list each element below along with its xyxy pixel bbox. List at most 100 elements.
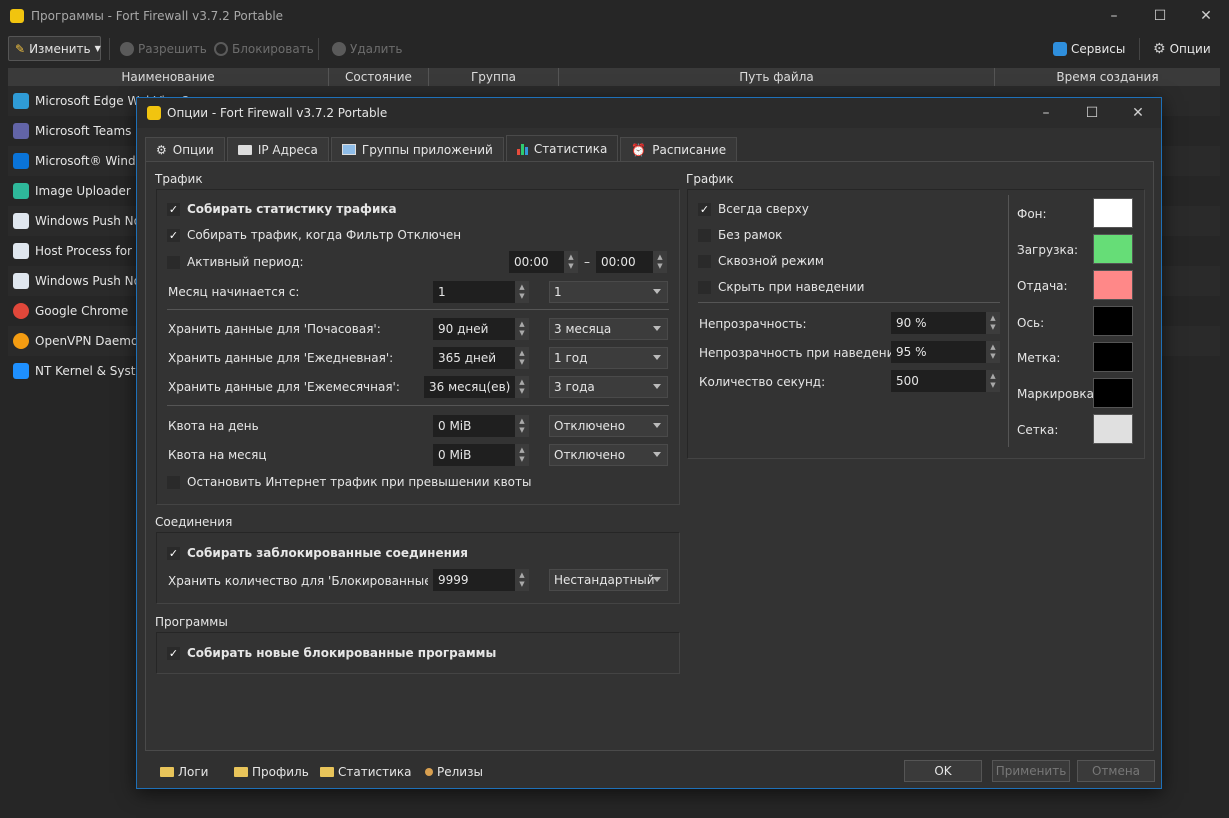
statistics-link[interactable]: Статистика <box>320 765 412 779</box>
app-icon <box>13 93 29 109</box>
keep-daily-spin[interactable]: 365 дней ▲ ▼ <box>433 347 529 369</box>
connections-group-title: Соединения <box>155 515 233 529</box>
apply-button[interactable]: Применить <box>992 760 1070 782</box>
bg-color-swatch[interactable] <box>1093 198 1133 228</box>
keep-monthly-combo[interactable]: 3 года <box>549 376 668 398</box>
dialog-minimize-button[interactable]: – <box>1023 98 1069 128</box>
options-button[interactable]: ⚙ Опции <box>1153 36 1211 61</box>
col-path[interactable]: Путь файла <box>559 68 995 86</box>
combo-value: 3 месяца <box>554 322 612 336</box>
combo-value: 3 года <box>554 380 595 394</box>
chevron-down-icon: ▼ <box>94 44 101 53</box>
period-from-time[interactable]: 00:00 ▲ ▼ <box>509 251 578 273</box>
grid-color-swatch[interactable] <box>1093 414 1133 444</box>
click-through-checkbox[interactable]: Сквозной режим <box>698 254 824 268</box>
quota-day-label: Квота на день <box>168 419 259 433</box>
tab-ip-addresses[interactable]: IP Адреса <box>226 137 329 161</box>
period-to-time[interactable]: 00:00 ▲ ▼ <box>596 251 667 273</box>
col-state[interactable]: Состояние <box>329 68 429 86</box>
download-color-swatch[interactable] <box>1093 234 1133 264</box>
quota-day-spin[interactable]: 0 MiB ▲ ▼ <box>433 415 529 437</box>
stop-on-quota-checkbox[interactable]: Остановить Интернет трафик при превышени… <box>167 475 531 489</box>
tab-options[interactable]: ⚙ Опции <box>145 137 225 161</box>
maximize-button[interactable]: ☐ <box>1137 0 1183 32</box>
edit-button[interactable]: ✎ Изменить ▼ <box>8 36 101 61</box>
edit-label: Изменить <box>29 41 91 56</box>
seconds-spin[interactable]: 500 ▲ ▼ <box>891 370 1000 392</box>
upload-color-swatch[interactable] <box>1093 270 1133 300</box>
keep-hourly-combo[interactable]: 3 месяца <box>549 318 668 340</box>
keep-monthly-spin[interactable]: 36 месяц(ев) ▲ ▼ <box>424 376 529 398</box>
hover-opacity-spin[interactable]: 95 % ▲ ▼ <box>891 341 1000 363</box>
tab-app-groups[interactable]: Группы приложений <box>330 137 504 161</box>
quota-month-combo[interactable]: Отключено <box>549 444 668 466</box>
hide-on-hover-checkbox[interactable]: Скрыть при наведении <box>698 280 864 294</box>
collect-stats-checkbox[interactable]: ✓ Собирать статистику трафика <box>167 202 397 216</box>
cancel-button[interactable]: Отмена <box>1077 760 1155 782</box>
dialog-close-button[interactable]: ✕ <box>1115 98 1161 128</box>
connections-group <box>156 532 680 604</box>
keep-monthly-label: Хранить данные для 'Ежемесячная': <box>168 380 400 394</box>
app-icon <box>13 213 29 229</box>
app-icon <box>13 153 29 169</box>
item-name: OpenVPN Daemon <box>35 334 146 348</box>
bg-color-label: Фон: <box>1017 207 1047 221</box>
folder-icon <box>160 767 174 777</box>
checkbox-label: Активный период: <box>187 255 304 269</box>
link-label: Профиль <box>252 765 309 779</box>
spin-value: 90 % <box>896 316 927 330</box>
spin-value: 0 MiB <box>438 419 472 433</box>
keep-hourly-spin[interactable]: 90 дней ▲ ▼ <box>433 318 529 340</box>
logs-link[interactable]: Логи <box>160 765 208 779</box>
pencil-icon: ✎ <box>15 41 26 56</box>
active-period-checkbox[interactable]: Активный период: <box>167 255 304 269</box>
always-on-top-checkbox[interactable]: ✓ Всегда сверху <box>698 202 809 216</box>
dialog-tabs: ⚙ Опции IP Адреса Группы приложений Стати… <box>145 135 739 161</box>
month-start-spin[interactable]: 1 ▲ ▼ <box>433 281 529 303</box>
delete-label: Удалить <box>350 41 403 56</box>
allow-button[interactable]: Разрешить <box>120 36 207 61</box>
block-button[interactable]: Блокировать <box>214 36 314 61</box>
delete-button[interactable]: Удалить <box>332 36 403 61</box>
keep-count-spin[interactable]: 9999 ▲ ▼ <box>433 569 529 591</box>
app-icon <box>13 243 29 259</box>
quota-day-combo[interactable]: Отключено <box>549 415 668 437</box>
collect-filter-off-checkbox[interactable]: ✓ Собирать трафик, когда Фильтр Отключен <box>167 228 461 242</box>
dialog-maximize-button[interactable]: ☐ <box>1069 98 1115 128</box>
app-icon <box>13 273 29 289</box>
seconds-label: Количество секунд: <box>699 375 826 389</box>
opacity-spin[interactable]: 90 % ▲ ▼ <box>891 312 1000 334</box>
marking-color-swatch[interactable] <box>1093 378 1133 408</box>
month-start-label: Месяц начинается с: <box>168 285 300 299</box>
frameless-checkbox[interactable]: Без рамок <box>698 228 782 242</box>
main-titlebar: Программы - Fort Firewall v3.7.2 Portabl… <box>0 0 1229 32</box>
tab-schedule[interactable]: ⏰ Расписание <box>620 137 738 161</box>
keep-count-combo[interactable]: Нестандартный <box>549 569 668 591</box>
quota-month-spin[interactable]: 0 MiB ▲ ▼ <box>433 444 529 466</box>
app-icon <box>13 183 29 199</box>
releases-link[interactable]: Релизы <box>425 765 483 779</box>
profile-link[interactable]: Профиль <box>234 765 309 779</box>
collect-blocked-checkbox[interactable]: ✓ Собирать заблокированные соединения <box>167 546 468 560</box>
minimize-button[interactable]: – <box>1091 0 1137 32</box>
tab-label: IP Адреса <box>257 142 318 157</box>
ok-button[interactable]: OK <box>904 760 982 782</box>
col-group[interactable]: Группа <box>429 68 559 86</box>
month-start-combo[interactable]: 1 <box>549 281 668 303</box>
tab-statistics[interactable]: Статистика <box>505 135 619 161</box>
col-created[interactable]: Время создания <box>995 68 1220 86</box>
label-color-swatch[interactable] <box>1093 342 1133 372</box>
checkbox-label: Собирать трафик, когда Фильтр Отключен <box>187 228 462 242</box>
combo-value: 1 <box>554 285 562 299</box>
keep-daily-combo[interactable]: 1 год <box>549 347 668 369</box>
bar-chart-icon <box>516 143 528 155</box>
close-button[interactable]: ✕ <box>1183 0 1229 32</box>
item-name: Host Process for W <box>35 244 148 258</box>
col-name[interactable]: Наименование <box>8 68 329 86</box>
openvpn-icon <box>13 333 29 349</box>
axis-color-swatch[interactable] <box>1093 306 1133 336</box>
tab-label: Группы приложений <box>361 142 493 157</box>
collect-new-blocked-checkbox[interactable]: ✓ Собирать новые блокированные программы <box>167 646 496 660</box>
block-icon <box>214 41 228 56</box>
services-button[interactable]: Сервисы <box>1053 36 1125 61</box>
